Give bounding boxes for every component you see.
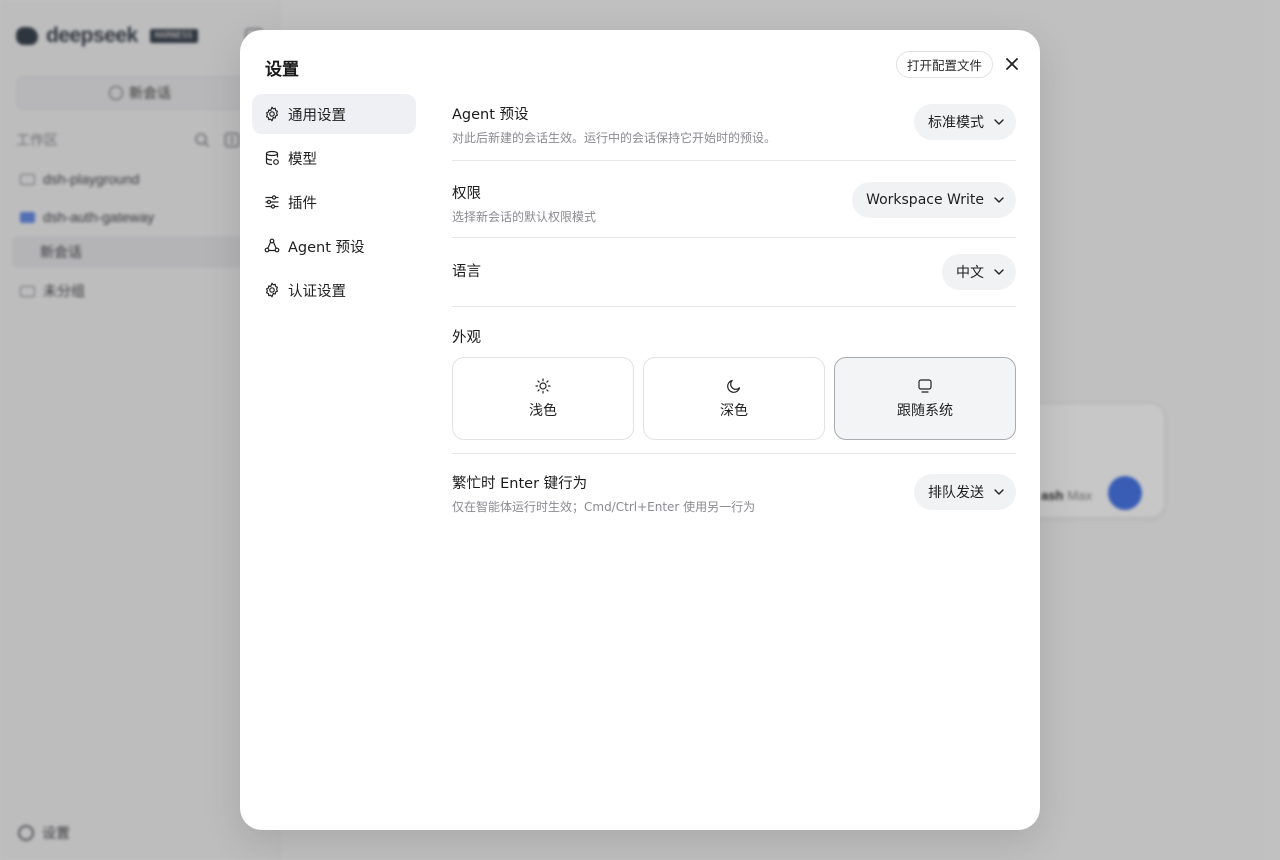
agent-preset-value: 标准模式 [928, 115, 984, 131]
nav-item-label: 模型 [288, 151, 317, 168]
theme-option-dark[interactable]: 深色 [643, 357, 825, 440]
chevron-down-icon [994, 269, 1004, 275]
nav-item-auth[interactable]: 认证设置 [252, 270, 416, 310]
theme-option-label: 跟随系统 [897, 402, 953, 419]
busy-enter-value: 排队发送 [928, 485, 984, 501]
busy-enter-select[interactable]: 排队发送 [914, 474, 1016, 510]
theme-option-system[interactable]: 跟随系统 [834, 357, 1016, 440]
permission-value: Workspace Write [866, 192, 984, 208]
nav-item-general[interactable]: 通用设置 [252, 94, 416, 134]
language-row: 语言 中文 [452, 238, 1016, 307]
permission-select[interactable]: Workspace Write [852, 182, 1016, 218]
agent-preset-row: Agent 预设 对此后新建的会话生效。运行中的会话保持它开始时的预设。 标准模… [452, 94, 1016, 161]
agent-preset-select[interactable]: 标准模式 [914, 104, 1016, 140]
chevron-down-icon [994, 119, 1004, 125]
nav-item-label: 认证设置 [288, 283, 346, 300]
sun-icon [535, 377, 551, 394]
nav-item-label: Agent 预设 [288, 239, 365, 256]
moon-icon [727, 379, 741, 393]
settings-content: Agent 预设 对此后新建的会话生效。运行中的会话保持它开始时的预设。 标准模… [452, 94, 1016, 524]
nav-item-label: 插件 [288, 195, 317, 212]
chevron-down-icon [994, 489, 1004, 495]
theme-option-label: 浅色 [529, 402, 557, 419]
agent-icon [264, 238, 280, 253]
permission-row: 权限 选择新会话的默认权限模式 Workspace Write [452, 161, 1016, 238]
language-value: 中文 [956, 265, 984, 281]
chevron-down-icon [994, 197, 1004, 203]
nav-item-plugins[interactable]: 插件 [252, 182, 416, 222]
settings-modal: 设置 打开配置文件 通用设置 模型 插件 Agent 预设 认证设置 Agent… [240, 30, 1040, 830]
language-label: 语言 [452, 264, 481, 280]
appearance-row: 外观 浅色 深色 跟随系统 [452, 307, 1016, 454]
monitor-icon [918, 378, 932, 393]
close-icon[interactable] [1002, 54, 1022, 74]
modal-title: 设置 [265, 60, 299, 79]
language-select[interactable]: 中文 [942, 254, 1016, 290]
theme-options: 浅色 深色 跟随系统 [452, 357, 1016, 440]
nav-item-model[interactable]: 模型 [252, 138, 416, 178]
sliders-icon [265, 195, 279, 209]
open-config-file-button[interactable]: 打开配置文件 [896, 51, 994, 78]
theme-option-label: 深色 [720, 402, 748, 419]
theme-option-light[interactable]: 浅色 [452, 357, 634, 440]
settings-nav: 通用设置 模型 插件 Agent 预设 认证设置 [252, 94, 416, 314]
gear-icon [266, 282, 278, 298]
appearance-label: 外观 [452, 330, 481, 346]
gear-icon [266, 106, 278, 122]
nav-item-label: 通用设置 [288, 107, 346, 124]
busy-enter-row: 繁忙时 Enter 键行为 仅在智能体运行时生效；Cmd/Ctrl+Enter … [452, 454, 1016, 524]
nav-item-agent-presets[interactable]: Agent 预设 [252, 226, 416, 266]
database-icon [265, 150, 279, 166]
